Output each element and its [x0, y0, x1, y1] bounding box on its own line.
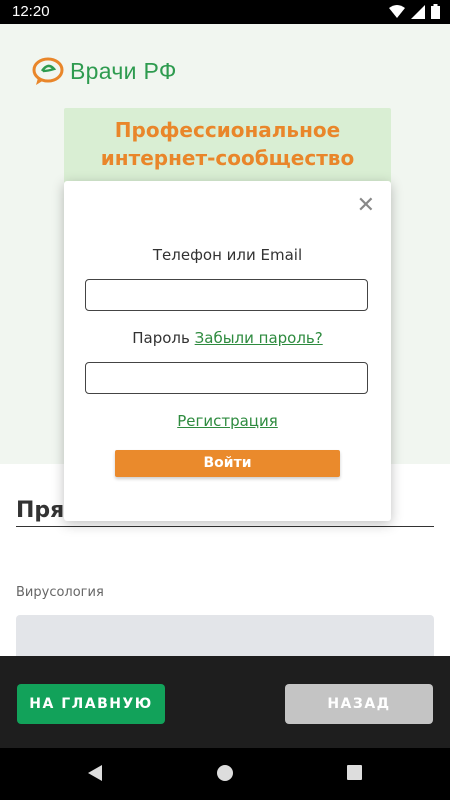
logo-icon	[32, 57, 64, 85]
status-time: 12:20	[12, 3, 50, 20]
login-label: Телефон или Email	[152, 246, 303, 264]
bottom-action-bar: НА ГЛАВНУЮ НАЗАД	[0, 656, 450, 748]
register-row: Регистрация	[64, 412, 391, 430]
register-link[interactable]: Регистрация	[177, 412, 278, 430]
banner-line-1: Профессиональное	[114, 118, 341, 142]
section-divider	[16, 526, 434, 527]
wifi-icon	[389, 4, 405, 18]
back-button[interactable]: НАЗАД	[285, 684, 433, 724]
battery-icon	[431, 4, 440, 19]
banner: Профессиональное интернет-сообщество	[64, 108, 391, 186]
password-label: Пароль	[132, 329, 190, 347]
home-button[interactable]: НА ГЛАВНУЮ	[17, 684, 165, 724]
signal-icon	[411, 4, 425, 19]
close-icon[interactable]: ✕	[357, 193, 375, 218]
nav-recents-icon[interactable]	[346, 764, 363, 781]
nav-back-icon[interactable]	[86, 764, 104, 782]
login-modal: ✕ Телефон или Email Пароль Забыли пароль…	[64, 181, 391, 521]
status-bar: 12:20	[0, 0, 450, 24]
content-field[interactable]	[16, 615, 434, 656]
login-button[interactable]: Войти	[115, 450, 340, 477]
logo[interactable]: Врачи РФ	[32, 56, 177, 86]
logo-text: Врачи РФ	[70, 57, 177, 84]
nav-home-icon[interactable]	[216, 764, 234, 782]
system-nav-bar	[0, 748, 450, 800]
banner-line-2: интернет-сообщество	[100, 146, 355, 170]
password-input[interactable]	[85, 362, 368, 394]
section-subtitle: Вирусология	[16, 585, 104, 600]
password-row: Пароль Забыли пароль?	[64, 329, 391, 347]
login-input[interactable]	[85, 279, 368, 311]
forgot-password-link[interactable]: Забыли пароль?	[195, 329, 323, 347]
